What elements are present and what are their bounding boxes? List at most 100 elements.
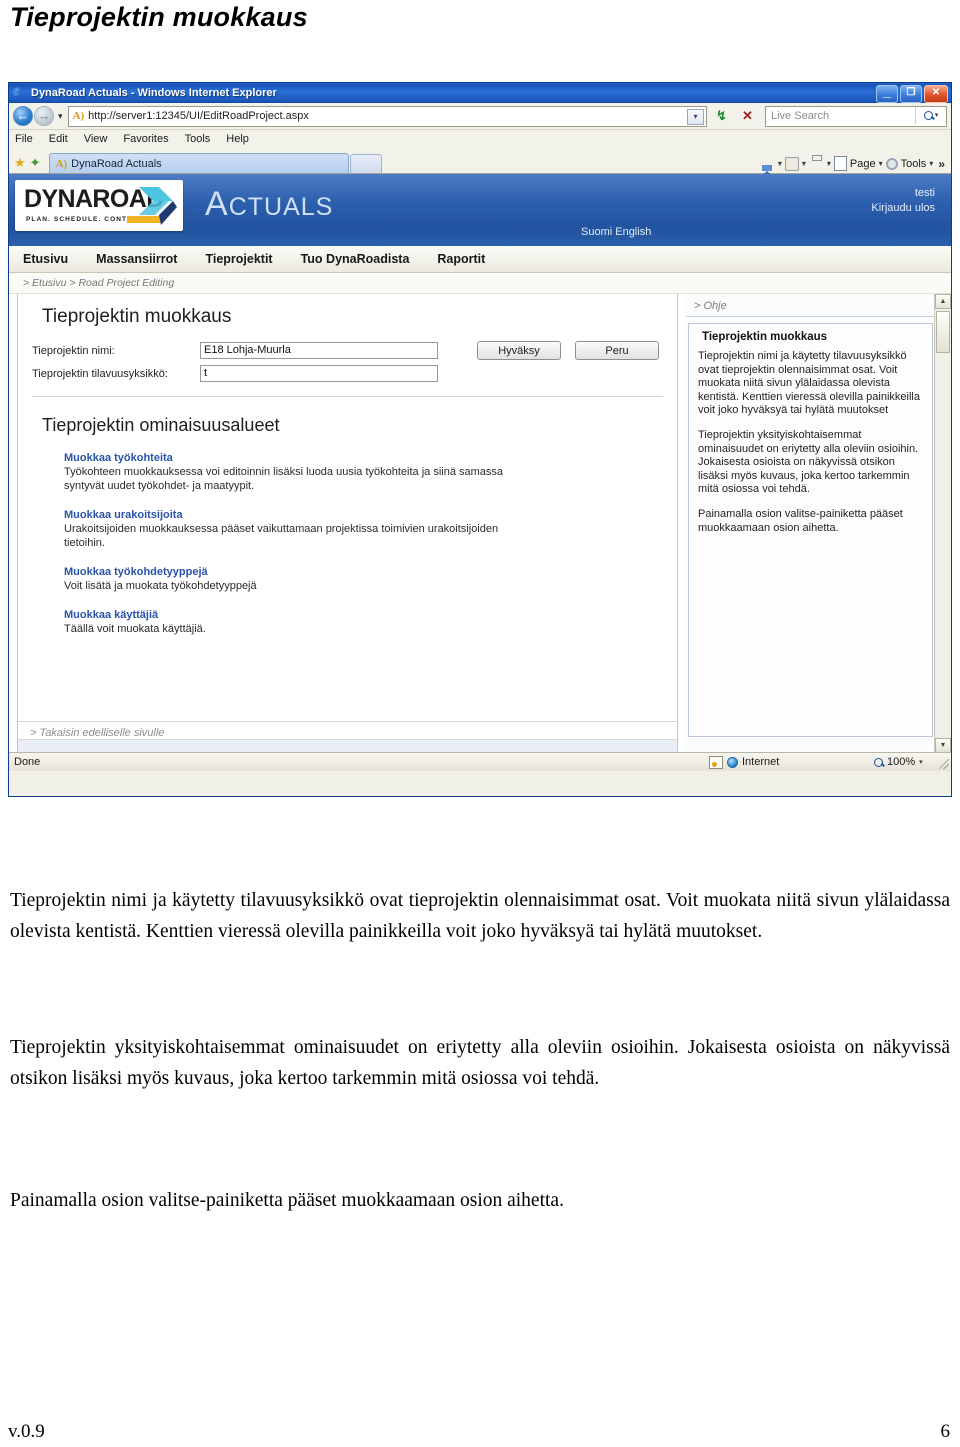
zoom-magnifier-icon	[874, 757, 883, 767]
cancel-button[interactable]: Peru	[575, 341, 659, 360]
favorites-star-icon[interactable]: ★	[14, 156, 26, 169]
home-icon[interactable]	[759, 157, 775, 177]
new-tab-button[interactable]	[349, 154, 382, 173]
help-link[interactable]: > Ohje	[686, 294, 935, 317]
user-block: testi Kirjaudu ulos	[871, 186, 935, 216]
project-name-input[interactable]: E18 Lohja-Muurla	[200, 342, 438, 359]
help-paragraph-1: Tieprojektin nimi ja käytetty tilavuusyk…	[698, 350, 920, 417]
menu-item-file[interactable]: File	[15, 133, 33, 145]
tab-label: DynaRoad Actuals	[71, 157, 162, 170]
print-dropdown-icon[interactable]: ▾	[827, 159, 831, 168]
page-icon[interactable]	[833, 156, 847, 171]
tools-dropdown-icon[interactable]: ▾	[929, 159, 933, 168]
feature-item-urakoitsijat: Muokkaa urakoitsijoita Urakoitsijoiden m…	[64, 509, 534, 550]
feature-item-tyokohdetyypit: Muokkaa työkohdetyyppejä Voit lisätä ja …	[64, 566, 534, 593]
close-icon: ✕	[931, 87, 941, 98]
breadcrumb[interactable]: > Etusivu > Road Project Editing	[9, 273, 951, 294]
zone-icon	[709, 755, 723, 769]
menu-item-view[interactable]: View	[84, 133, 108, 145]
menu-item-help[interactable]: Help	[226, 133, 249, 145]
search-input[interactable]: Live Search ▾	[765, 105, 947, 127]
browser-tab-dynaroad-actuals[interactable]: A) DynaRoad Actuals	[48, 153, 349, 173]
command-bar: ▾ ▾ ▾ Page ▾ Tools ▾ »	[759, 156, 945, 177]
minimize-icon: _	[883, 83, 891, 99]
menu-item-favorites[interactable]: Favorites	[123, 133, 168, 145]
status-text: Done	[14, 756, 41, 768]
dynaroad-logo[interactable]: DYNAROAD PLAN. SCHEDULE. CONTROL.	[15, 180, 183, 231]
zoom-level: 100%	[887, 756, 916, 768]
zone-label: Internet	[742, 756, 780, 768]
zoom-control[interactable]: 100% ▾	[874, 754, 923, 770]
scroll-down-button[interactable]: ▼	[935, 738, 951, 752]
feature-item-tyokohteet: Muokkaa työkohteita Työkohteen muokkauks…	[64, 452, 534, 493]
doc-paragraph-1: Tieprojektin nimi ja käytetty tilavuusyk…	[10, 890, 950, 942]
navigation-arrows: ← →	[13, 106, 54, 126]
language-selector[interactable]: Suomi English	[581, 226, 651, 238]
feeds-dropdown-icon[interactable]: ▾	[802, 159, 806, 168]
url-text: http://server1:12345/UI/EditRoadProject.…	[88, 110, 309, 122]
scroll-up-button[interactable]: ▲	[935, 294, 951, 309]
doc-paragraph-2: Tieprojektin yksityiskohtaisemmat ominai…	[10, 1037, 950, 1089]
feeds-icon[interactable]	[784, 156, 799, 171]
gear-icon[interactable]	[885, 157, 898, 170]
refresh-button[interactable]: ↯	[710, 105, 733, 127]
feature-link-tyokohteet[interactable]: Muokkaa työkohteita	[64, 452, 534, 464]
section-divider	[32, 396, 663, 397]
back-link[interactable]: > Takaisin edelliselle sivulle	[18, 721, 677, 739]
search-dropdown-icon: ▾	[934, 112, 939, 119]
menu-item-tools[interactable]: Tools	[185, 133, 211, 145]
logout-link[interactable]: Kirjaudu ulos	[871, 201, 935, 216]
scrollbar-thumb[interactable]	[936, 311, 950, 353]
menu-bar: File Edit View Favorites Tools Help	[9, 130, 951, 148]
nav-item-massansiirrot[interactable]: Massansiirrot	[96, 252, 177, 266]
menu-item-edit[interactable]: Edit	[49, 133, 68, 145]
content-bottom-strip	[18, 739, 677, 752]
feature-link-urakoitsijat[interactable]: Muokkaa urakoitsijoita	[64, 509, 534, 521]
features-heading: Tieprojektin ominaisuusalueet	[42, 415, 280, 435]
print-icon[interactable]	[809, 157, 824, 171]
browser-status-bar: Done Internet 100% ▾	[9, 752, 951, 771]
feature-desc-kayttajat: Täällä voit muokata käyttäjiä.	[64, 623, 206, 635]
feature-link-kayttajat[interactable]: Muokkaa käyttäjiä	[64, 609, 534, 621]
restore-icon: ❐	[906, 87, 916, 98]
volume-unit-input[interactable]: t	[200, 365, 438, 382]
app-title: ACTUALS	[205, 185, 333, 224]
form-buttons: Hyväksy Peru	[477, 341, 659, 360]
minimize-button[interactable]: _	[876, 83, 898, 103]
feature-link-tyokohdetyypit[interactable]: Muokkaa työkohdetyyppejä	[64, 566, 534, 578]
search-button[interactable]: ▾	[915, 106, 946, 124]
restore-button[interactable]: ❐	[900, 85, 922, 103]
nav-item-raportit[interactable]: Raportit	[437, 252, 485, 266]
close-button[interactable]: ✕	[924, 85, 948, 103]
security-zone[interactable]: Internet	[709, 754, 779, 770]
nav-item-tieprojektit[interactable]: Tieprojektit	[205, 252, 272, 266]
stop-button[interactable]: ✕	[736, 105, 759, 127]
help-panel-title: Tieprojektin muokkaus	[702, 331, 828, 343]
page-scrollbar[interactable]: ▲ ▼	[934, 294, 951, 752]
volume-unit-label: Tieprojektin tilavuusyksikkö:	[32, 367, 168, 380]
back-button[interactable]: ←	[13, 106, 33, 126]
url-input[interactable]: A) http://server1:12345/UI/EditRoadProje…	[67, 105, 707, 127]
nav-item-tuo-dynaroadista[interactable]: Tuo DynaRoadista	[301, 252, 410, 266]
resize-grip[interactable]	[939, 759, 949, 769]
history-dropdown-icon[interactable]: ▾	[58, 111, 63, 122]
page-title: Tieprojektin muokkaus	[10, 2, 308, 32]
search-icon	[923, 110, 933, 120]
nav-item-etusivu[interactable]: Etusivu	[23, 252, 68, 266]
add-to-favorites-icon[interactable]: ✦	[30, 156, 41, 169]
username-label: testi	[914, 187, 935, 199]
tools-menu-label[interactable]: Tools	[901, 158, 927, 170]
page-menu-label[interactable]: Page	[850, 158, 876, 170]
content-heading: Tieprojektin muokkaus	[42, 306, 232, 327]
app-header: DYNAROAD PLAN. SCHEDULE. CONTROL. ACTUAL…	[9, 174, 951, 246]
forward-button[interactable]: →	[34, 106, 54, 126]
url-dropdown-icon[interactable]: ▾	[687, 108, 704, 125]
feature-desc-tyokohdetyypit: Voit lisätä ja muokata työkohdetyyppejä	[64, 580, 257, 592]
accept-button[interactable]: Hyväksy	[477, 341, 561, 360]
page-dropdown-icon[interactable]: ▾	[879, 159, 883, 168]
overflow-chevron-icon[interactable]: »	[938, 157, 945, 171]
feature-desc-tyokohteet: Työkohteen muokkauksessa voi editoinnin …	[64, 466, 504, 492]
project-name-label: Tieprojektin nimi:	[32, 344, 115, 357]
home-dropdown-icon[interactable]: ▾	[778, 159, 782, 168]
internet-globe-icon	[727, 756, 738, 768]
